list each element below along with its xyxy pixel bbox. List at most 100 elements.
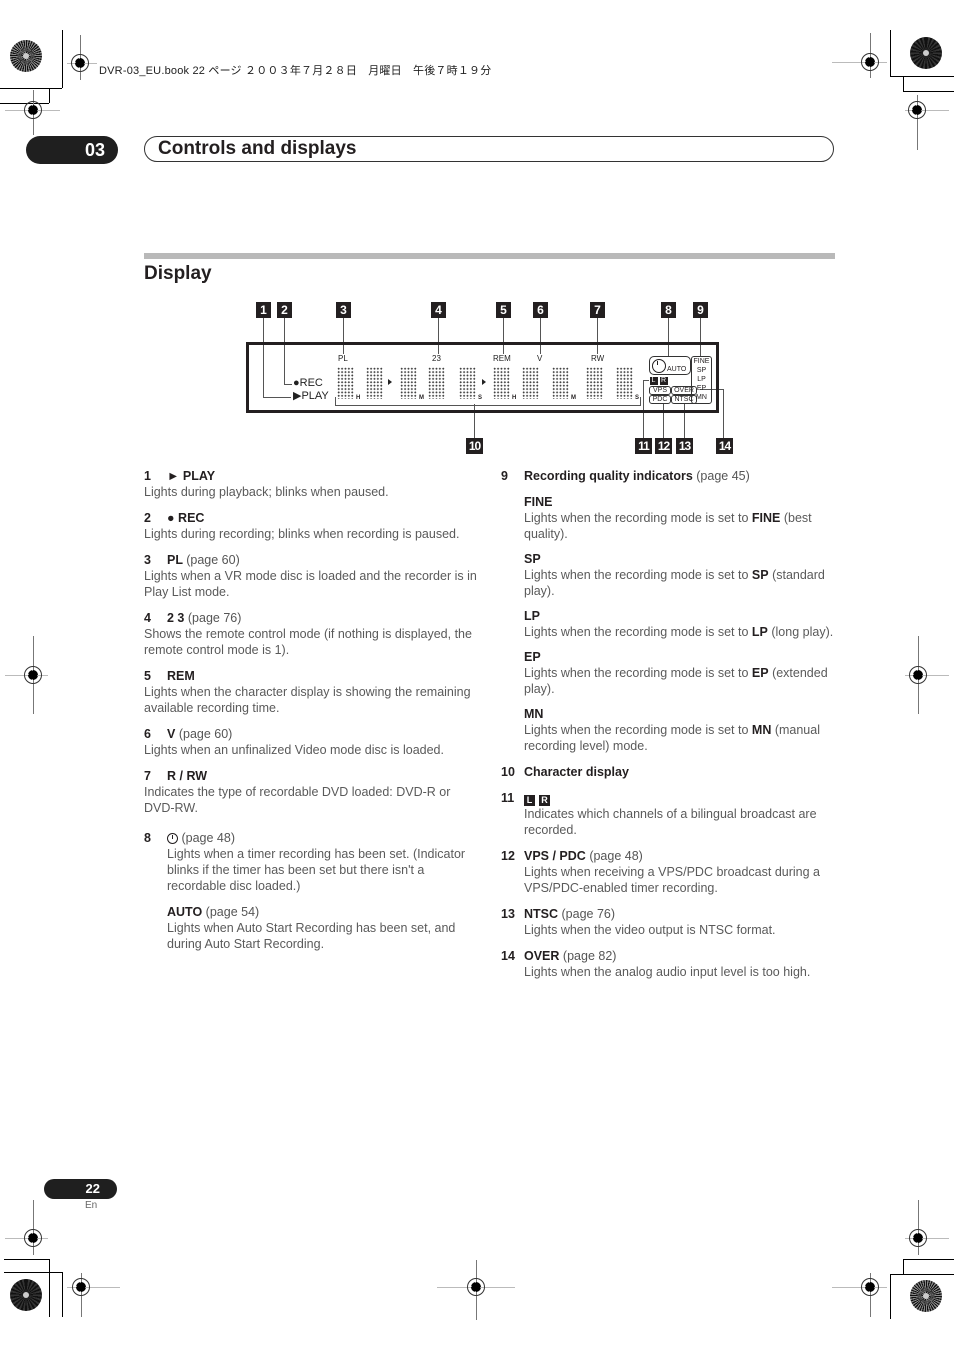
list-item: 14 OVER (page 82) Lights when the analog … (501, 948, 836, 980)
print-header: DVR-03_EU.book 22 ページ ２００３年７月２８日 月曜日 午後７… (99, 65, 492, 77)
item-number: 10 (501, 765, 515, 779)
item-label: R / RW (167, 769, 208, 783)
item-number: 11 (501, 791, 515, 805)
registration-wheel-icon (10, 1279, 42, 1311)
item-label: MN (524, 707, 544, 721)
list-item: 10 Character display (501, 764, 836, 780)
callout-6: 6 (533, 302, 548, 318)
arrow-indicator-icon (482, 379, 486, 385)
lp-indicator: LP (697, 376, 706, 383)
item-number: 3 (144, 553, 151, 567)
item-number: 14 (501, 949, 515, 963)
item-description: Lights during playback; blinks when paus… (144, 485, 389, 499)
item-label: FINE (524, 495, 553, 509)
character-digit (522, 367, 539, 399)
item-label: Character display (524, 765, 629, 779)
item-description: Lights when Auto Start Recording has bee… (167, 921, 456, 951)
item-description: Lights when an unfinalized Video mode di… (144, 743, 444, 757)
unit-hours: H (512, 395, 517, 401)
character-digit (552, 367, 569, 399)
item-number: 13 (501, 907, 515, 921)
item-number: 8 (144, 831, 151, 845)
sub-item-fine: FINE Lights when the recording mode is s… (501, 494, 836, 542)
lr-indicator: LR (649, 376, 672, 385)
callout-4: 4 (431, 302, 446, 318)
page-reference: (page 45) (696, 469, 750, 483)
item-number: 9 (501, 469, 508, 483)
unit-minutes: M (571, 395, 576, 401)
registration-target-icon (861, 1278, 879, 1296)
desc-key: SP (751, 568, 769, 582)
unit-hours: H (356, 395, 361, 401)
desc-text: Lights when the recording mode is set to (524, 723, 752, 737)
ep-indicator: EP (696, 385, 707, 392)
list-item: 1 ► PLAY Lights during playback; blinks w… (144, 468, 479, 500)
page-reference: (page 60) (186, 553, 240, 567)
list-item: 9 Recording quality indicators (page 45) … (501, 468, 836, 754)
item-description: Lights when a timer recording has been s… (167, 847, 466, 893)
record-icon: ● (167, 511, 175, 525)
registration-target-icon (72, 1278, 90, 1296)
desc-text: Lights when the recording mode is set to (524, 666, 752, 680)
l-channel-icon: L (524, 795, 535, 806)
registration-target-icon (24, 101, 42, 119)
list-item: 13 NTSC (page 76) Lights when the video o… (501, 906, 836, 938)
desc-text: Lights when the recording mode is set to (524, 511, 752, 525)
section-title: Display (144, 263, 212, 284)
item-label: V (167, 727, 176, 741)
sub-item-mn: MN Lights when the recording mode is set… (501, 706, 836, 754)
item-label: 2 3 (167, 611, 185, 625)
desc-key: EP (751, 666, 769, 680)
item-number: 7 (144, 769, 151, 783)
callout-7: 7 (590, 302, 605, 318)
section-divider (144, 253, 835, 259)
item-description: Indicates which channels of a bilingual … (524, 807, 817, 837)
item-description: Lights when a VR mode disc is loaded and… (144, 569, 477, 599)
page-reference: (page 82) (562, 949, 617, 963)
unit-minutes: M (419, 395, 424, 401)
character-digit (428, 367, 445, 399)
chapter-title: Controls and displays (144, 136, 834, 162)
list-item: 4 2 3 (page 76) Shows the remote control … (144, 610, 479, 658)
page-number: 22 (44, 1179, 117, 1199)
sub-item-sp: SP Lights when the recording mode is set… (501, 551, 836, 599)
item-description: Shows the remote control mode (if nothin… (144, 627, 472, 657)
character-digit (459, 367, 476, 399)
item-label: LP (524, 609, 540, 623)
registration-target-icon (909, 666, 927, 684)
character-digit (366, 367, 383, 399)
character-digit (493, 367, 510, 399)
character-digit (337, 367, 354, 399)
item-description: Lights when the analog audio input level… (524, 965, 811, 979)
item-description: Lights when the character display is sho… (144, 685, 471, 715)
quality-indicators: FINE SP LP EP MN (691, 356, 712, 404)
list-item: 11 L R Indicates which channels of a bilin… (501, 790, 836, 838)
callout-2: 2 (277, 302, 292, 318)
item-number: 1 (144, 469, 151, 483)
timer-icon (652, 359, 666, 373)
registration-target-icon (908, 101, 926, 119)
registration-target-icon (24, 666, 42, 684)
registration-wheel-icon (910, 37, 942, 69)
item-label: VPS / PDC (524, 849, 586, 863)
item-number: 12 (501, 849, 515, 863)
page-language: En (85, 1200, 98, 1211)
rw-indicator: RW (591, 354, 605, 363)
list-item: 6 V (page 60) Lights when an unfinalized … (144, 726, 479, 758)
auto-label: AUTO (667, 366, 687, 373)
pdc-indicator: PDC (649, 395, 671, 404)
unit-seconds: S (478, 395, 483, 401)
callout-3: 3 (336, 302, 351, 318)
desc-text: Lights when the recording mode is set to (524, 568, 752, 582)
play-icon: ► (167, 469, 180, 483)
l-channel-icon: L (649, 377, 658, 385)
desc-key: LP (751, 625, 768, 639)
item-label: PL (167, 553, 183, 567)
list-item: 12 VPS / PDC (page 48) Lights when receiv… (501, 848, 836, 896)
list-item: 5 REM Lights when the character display i… (144, 668, 479, 716)
item-label: EP (524, 650, 541, 664)
desc-text: Lights when the recording mode is set to (524, 625, 752, 639)
item-description: Lights during recording; blinks when rec… (144, 527, 460, 541)
callout-9: 9 (693, 302, 708, 318)
item-label: REC (178, 511, 205, 525)
